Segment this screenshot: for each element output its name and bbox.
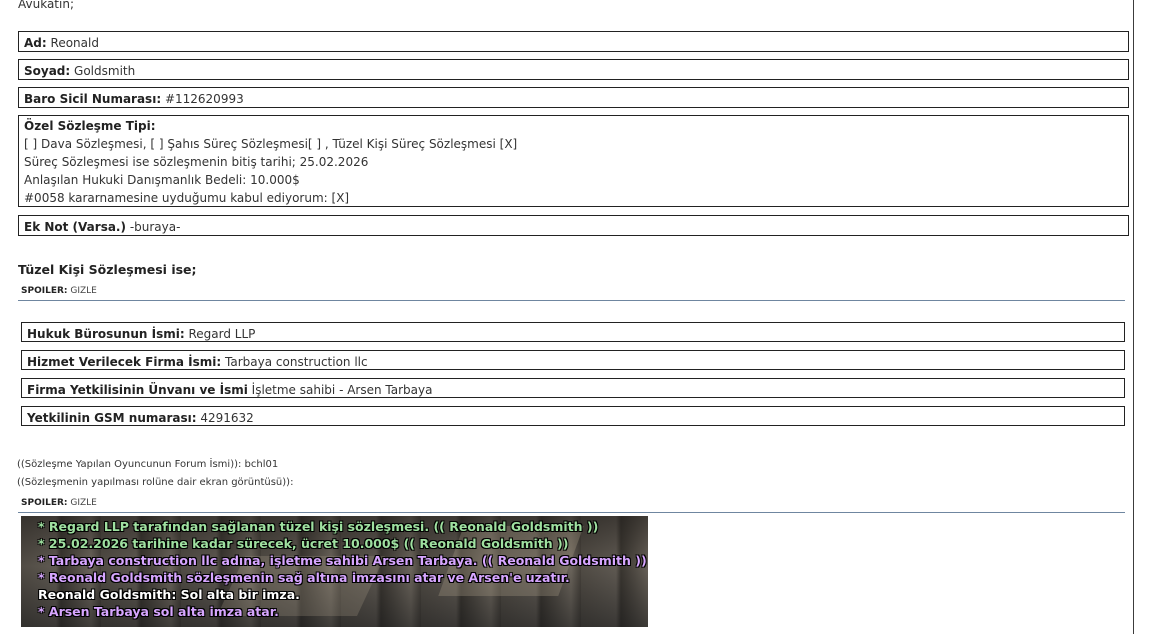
field-hukuk-burosu: Hukuk Bürosunun İsmi: Regard LLP (21, 322, 1125, 342)
spoiler-divider (18, 300, 1125, 301)
spoiler-label: SPOILER: (21, 286, 68, 296)
spoiler-header-2: SPOILER: GIZLE (21, 498, 97, 508)
field-ek-not: Ek Not (Varsa.) -buraya- (18, 215, 1129, 236)
chat-line: * Regard LLP tarafından sağlanan tüzel k… (38, 519, 599, 534)
spoiler-label: SPOILER: (21, 498, 68, 508)
chat-line: * Tarbaya construction llc adına, işletm… (38, 553, 647, 568)
field-eknot-value: -buraya- (129, 220, 181, 234)
field-ozel-sozlesme: Özel Sözleşme Tipi: [ ] Dava Sözleşmesi,… (18, 115, 1129, 207)
field-soyad-label: Soyad: (24, 64, 71, 78)
contract-end-date: Süreç Sözleşmesi ise sözleşmenin bitiş t… (24, 155, 369, 169)
spoiler-toggle-button[interactable]: GIZLE (70, 498, 97, 508)
chat-log: * Regard LLP tarafından sağlanan tüzel k… (38, 518, 647, 620)
forum-post-body: Avukatın; Ad: Reonald Soyad: Goldsmith B… (0, 0, 1133, 634)
chat-line: * Reonald Goldsmith sözleşmenin sağ altı… (38, 570, 570, 585)
section-title: Tüzel Kişi Sözleşmesi ise; (18, 262, 197, 277)
field-baro-value: #112620993 (164, 92, 244, 106)
field-soyad-value: Goldsmith (74, 64, 136, 78)
field-firma-yetkili: Firma Yetkilisinin Ünvanı ve İsmi İşletm… (21, 378, 1125, 398)
field-ad-value: Reonald (50, 36, 99, 50)
field-baro: Baro Sicil Numarası: #112620993 (18, 87, 1129, 108)
field-hukuk-value: Regard LLP (188, 327, 256, 341)
intro-text: Avukatın; (18, 0, 74, 11)
forum-name-line: ((Sözleşme Yapılan Oyuncunun Forum İsmi)… (17, 459, 279, 470)
post-right-border (1133, 0, 1134, 634)
field-soyad: Soyad: Goldsmith (18, 59, 1129, 80)
field-baro-label: Baro Sicil Numarası: (24, 92, 162, 106)
field-firma-label: Firma Yetkilisinin Ünvanı ve İsmi (27, 383, 248, 397)
chat-line: * 25.02.2026 tarihine kadar sürecek, ücr… (38, 536, 569, 551)
field-hizmet-firma: Hizmet Verilecek Firma İsmi: Tarbaya con… (21, 350, 1125, 370)
chat-line: * Arsen Tarbaya sol alta imza atar. (38, 604, 279, 619)
screenshot-line: ((Sözleşmenin yapılması rolüne dair ekra… (17, 477, 294, 488)
field-hukuk-label: Hukuk Bürosunun İsmi: (27, 327, 185, 341)
field-gsm-label: Yetkilinin GSM numarası: (27, 411, 197, 425)
field-gsm: Yetkilinin GSM numarası: 4291632 (21, 406, 1125, 426)
field-gsm-value: 4291632 (200, 411, 254, 425)
chat-line: Reonald Goldsmith: Sol alta bir imza. (38, 587, 300, 602)
contract-type-options: [ ] Dava Sözleşmesi, [ ] Şahıs Süreç Söz… (24, 137, 518, 151)
field-ad: Ad: Reonald (18, 31, 1129, 52)
field-hizmet-label: Hizmet Verilecek Firma İsmi: (27, 355, 222, 369)
spoiler-header-1: SPOILER: GIZLE (21, 286, 97, 296)
roleplay-screenshot: * Regard LLP tarafından sağlanan tüzel k… (21, 516, 648, 627)
spoiler-toggle-button[interactable]: GIZLE (70, 286, 97, 296)
field-eknot-label: Ek Not (Varsa.) (24, 220, 126, 234)
field-hizmet-value: Tarbaya construction llc (225, 355, 368, 369)
field-firma-value: İşletme sahibi - Arsen Tarbaya (251, 383, 433, 397)
field-ad-label: Ad: (24, 36, 47, 50)
spoiler-divider (18, 512, 1125, 513)
decree-acceptance: #0058 kararnamesine uyduğumu kabul ediyo… (24, 191, 350, 205)
field-ozel-label: Özel Sözleşme Tipi: (24, 119, 156, 133)
contract-fee: Anlaşılan Hukuki Danışmanlık Bedeli: 10.… (24, 173, 300, 187)
